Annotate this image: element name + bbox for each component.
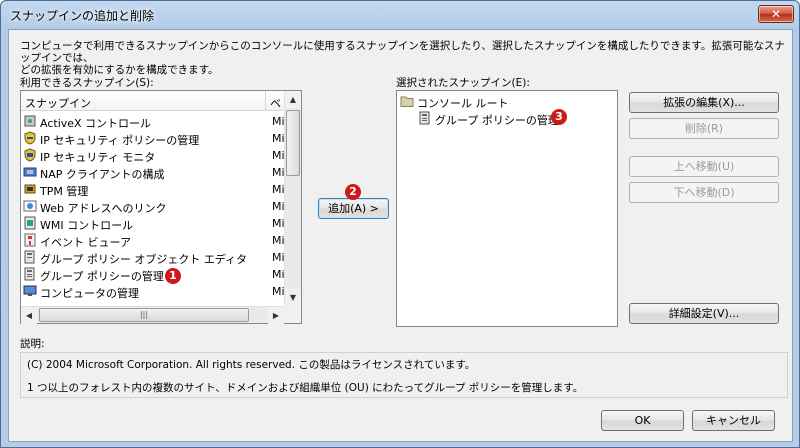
vertical-scroll-thumb[interactable] [286, 110, 300, 176]
snapin-name: IP セキュリティ モニタ [40, 151, 156, 164]
ipsec-policy-icon [24, 131, 36, 145]
ipsec-monitor-icon [24, 148, 36, 162]
folder-icon [400, 96, 414, 107]
remove-button[interactable]: 削除(R) [629, 118, 779, 139]
ok-button[interactable]: OK [601, 410, 684, 431]
move-down-button[interactable]: 下へ移動(D) [629, 182, 779, 203]
snapin-name: グループ ポリシー オブジェクト エディタ [40, 253, 248, 266]
list-item[interactable]: WMI コントロール Mi [23, 215, 286, 232]
list-item[interactable]: Web アドレスへのリンク Mi [23, 198, 286, 215]
window-title: スナップインの追加と削除 [10, 9, 155, 23]
scroll-right-icon[interactable]: ▶ [268, 307, 284, 324]
selected-snapins-label: 選択されたスナップイン(E): [396, 77, 530, 89]
list-item[interactable]: IP セキュリティ モニタ Mi [23, 147, 286, 164]
title-bar[interactable]: スナップインの追加と削除 ✕ [1, 1, 799, 29]
computer-management-icon [23, 285, 37, 296]
description-label: 説明: [20, 338, 45, 350]
tree-item-label: グループ ポリシーの管理 [435, 114, 559, 127]
list-item[interactable]: イベント ビューア Mi [23, 232, 286, 249]
column-header-vendor[interactable]: ベ [270, 95, 284, 111]
list-item[interactable]: コンピュータの管理 Mi [23, 283, 286, 300]
gp-management-icon [24, 267, 35, 281]
instructions-line-1: コンピュータで利用できるスナップインからこのコンソールに使用するスナップインを選… [20, 40, 785, 64]
scroll-up-icon[interactable]: ▲ [285, 91, 301, 108]
wmi-icon [24, 216, 36, 230]
nap-icon [23, 167, 37, 177]
edit-extensions-button[interactable]: 拡張の編集(X)... [629, 92, 779, 113]
advanced-settings-button[interactable]: 詳細設定(V)... [629, 303, 779, 324]
callout-badge-1: 1 [165, 268, 181, 284]
snapin-name: NAP クライアントの構成 [40, 168, 165, 181]
snapin-name: グループ ポリシーの管理 [40, 270, 164, 283]
horizontal-scroll-thumb[interactable]: ||| [39, 308, 249, 322]
dialog-window: スナップインの追加と削除 ✕ コンピュータで利用できるスナップインからこのコンソ… [0, 0, 800, 448]
snapin-name: ActiveX コントロール [40, 117, 152, 130]
available-snapins-label: 利用できるスナップイン(S): [20, 77, 154, 89]
callout-badge-3: 3 [551, 109, 567, 125]
scroll-down-icon[interactable]: ▼ [285, 289, 301, 306]
snapin-name: WMI コントロール [40, 219, 134, 232]
scroll-left-icon[interactable]: ◀ [21, 307, 37, 324]
gpo-editor-icon [24, 250, 35, 264]
activex-icon [24, 115, 36, 127]
tpm-icon [24, 184, 36, 194]
event-viewer-icon [24, 233, 36, 247]
snapin-name: Web アドレスへのリンク [40, 202, 167, 215]
column-separator[interactable] [265, 91, 266, 111]
scrollbar-corner [284, 306, 301, 323]
instructions-text: コンピュータで利用できるスナップインからこのコンソールに使用するスナップインを選… [20, 40, 790, 76]
snapin-name: イベント ビューア [40, 236, 132, 249]
horizontal-scrollbar[interactable]: ◀ ||| ▶ [21, 306, 284, 324]
description-summary: 1 つ以上のフォレスト内の複数のサイト、ドメインおよび組織単位 (OU) にわた… [27, 382, 584, 394]
vertical-scrollbar[interactable]: ▲ ▼ [284, 91, 301, 306]
callout-badge-2: 2 [345, 184, 361, 200]
list-item[interactable]: TPM 管理 Mi [23, 181, 286, 198]
column-header-snapin[interactable]: スナップイン [25, 95, 91, 111]
list-item[interactable]: グループ ポリシー オブジェクト エディタ Mi [23, 249, 286, 266]
list-item[interactable]: ActiveX コントロール Mi [23, 113, 286, 130]
list-item[interactable]: IP セキュリティ ポリシーの管理 Mi [23, 130, 286, 147]
add-button[interactable]: 追加(A) > [318, 198, 389, 219]
close-button[interactable]: ✕ [758, 5, 794, 23]
snapin-name: IP セキュリティ ポリシーの管理 [40, 134, 200, 147]
cancel-button[interactable]: キャンセル [692, 410, 775, 431]
description-copyright: (C) 2004 Microsoft Corporation. All righ… [27, 359, 476, 371]
move-up-button[interactable]: 上へ移動(U) [629, 156, 779, 177]
tree-item-label: コンソール ルート [417, 97, 509, 110]
list-column-header: スナップイン ベ [21, 91, 284, 111]
list-item[interactable]: NAP クライアントの構成 Mi [23, 164, 286, 181]
snapin-name: コンピュータの管理 [40, 287, 139, 300]
list-item[interactable]: グループ ポリシーの管理 Mi [23, 266, 286, 283]
available-snapins-list[interactable]: スナップイン ベ ActiveX コントロール Mi IP セキュリティ ポリシーの… [20, 90, 302, 324]
description-box: (C) 2004 Microsoft Corporation. All righ… [20, 352, 788, 398]
web-link-icon [23, 200, 37, 212]
dialog-client-area: コンピュータで利用できるスナップインからこのコンソールに使用するスナップインを選… [8, 29, 793, 442]
gp-management-icon [419, 111, 430, 125]
snapin-name: TPM 管理 [40, 185, 89, 198]
selected-snapins-tree[interactable]: コンソール ルート グループ ポリシーの管理 [396, 90, 618, 327]
